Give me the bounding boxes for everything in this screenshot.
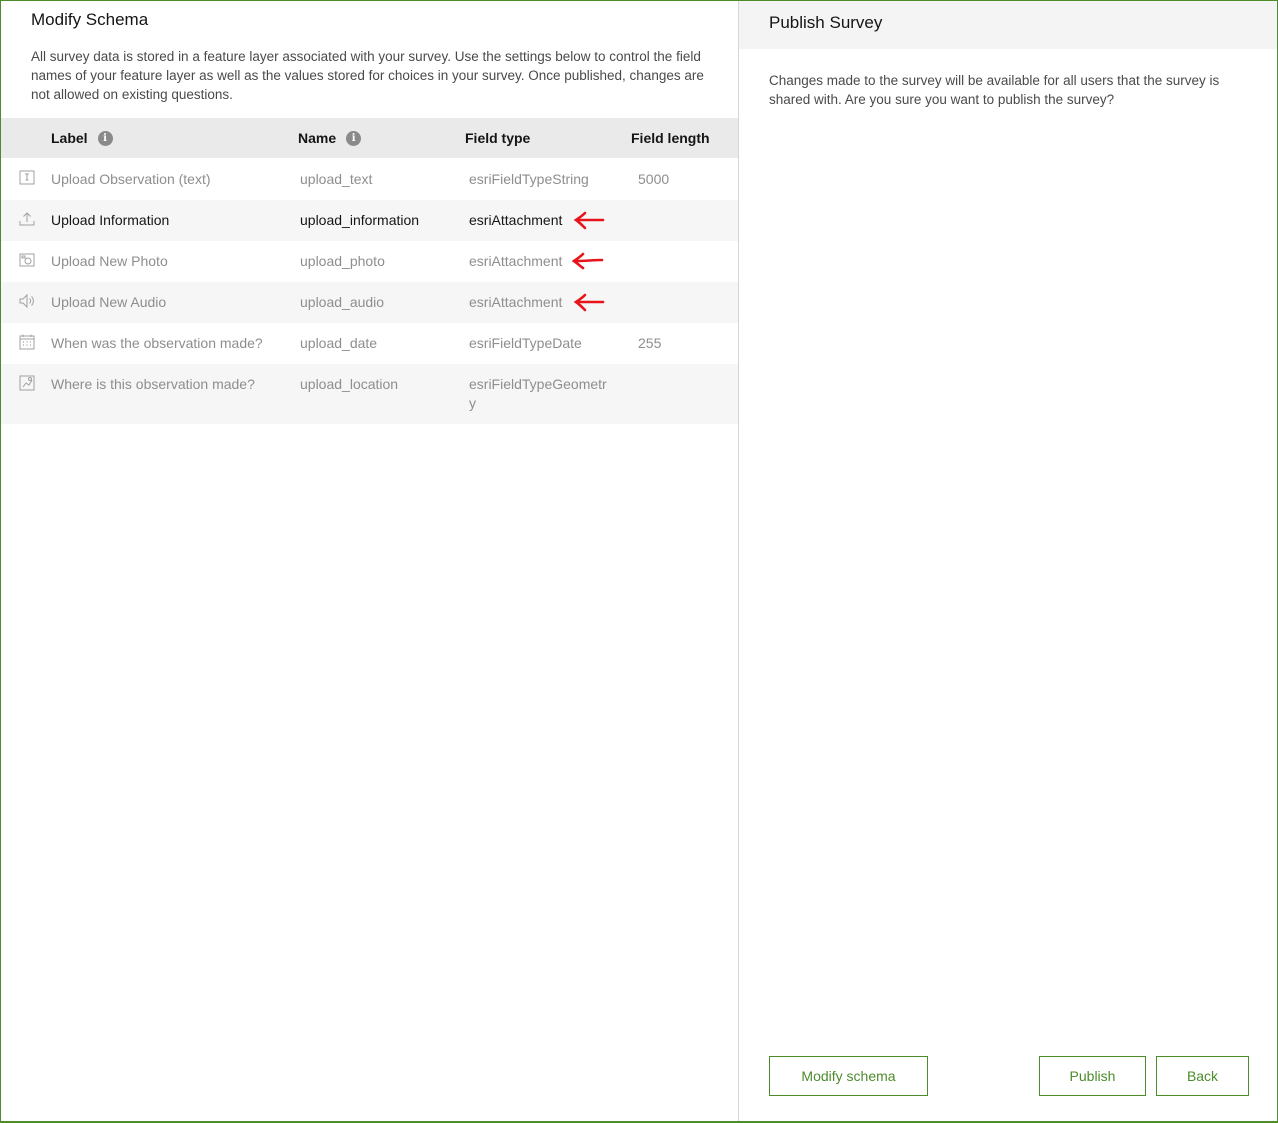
row-name: upload_photo <box>300 253 385 269</box>
table-row[interactable]: Upload Information upload_information es… <box>1 200 738 241</box>
row-name: upload_audio <box>300 294 385 310</box>
row-field-type: esriFieldTypeDate <box>469 335 582 351</box>
table-row[interactable]: Upload New Audio upload_audio esriAttach… <box>1 282 738 323</box>
header-field-type: Field type <box>465 130 531 146</box>
map-pin-icon <box>19 375 35 391</box>
camera-icon <box>19 253 35 267</box>
row-label: When was the observation made? <box>51 335 263 351</box>
publish-survey-header: Publish Survey <box>739 1 1277 49</box>
modify-schema-title: Modify Schema <box>31 10 149 29</box>
row-label: Upload Observation (text) <box>51 171 211 187</box>
row-label: Upload New Audio <box>51 294 167 310</box>
row-field-type: esriAttachment <box>469 212 563 228</box>
header-field-length: Field length <box>631 130 710 146</box>
modify-schema-button[interactable]: Modify schema <box>769 1056 928 1096</box>
table-row[interactable]: Upload Observation (text) upload_text es… <box>1 159 738 200</box>
publish-survey-title: Publish Survey <box>769 13 883 32</box>
row-name: upload_text <box>300 171 373 187</box>
row-label: Upload New Photo <box>51 253 168 269</box>
red-arrow-annotation <box>573 211 605 230</box>
row-field-type: esriAttachment <box>469 253 563 269</box>
modify-schema-description: All survey data is stored in a feature l… <box>31 49 704 102</box>
header-name: Name i <box>298 130 362 146</box>
row-field-type: esriFieldTypeGeometr y <box>469 375 607 413</box>
red-arrow-annotation <box>571 252 604 270</box>
red-arrow-annotation <box>573 293 605 312</box>
row-field-type-line1: esriFieldTypeGeometr <box>469 376 607 392</box>
speaker-icon <box>19 293 34 309</box>
info-icon[interactable]: i <box>346 130 362 146</box>
row-field-type: esriAttachment <box>469 294 563 310</box>
calendar-icon <box>19 334 35 350</box>
upload-icon <box>19 212 35 226</box>
publish-survey-panel: Publish Survey Changes made to the surve… <box>739 1 1277 1121</box>
row-name: upload_date <box>300 335 378 351</box>
table-row[interactable]: When was the observation made? upload_da… <box>1 323 738 364</box>
text-field-icon <box>19 170 35 185</box>
row-field-length: 5000 <box>638 171 670 187</box>
table-row[interactable]: Upload New Photo upload_photo esriAttach… <box>1 241 738 282</box>
publish-button[interactable]: Publish <box>1039 1056 1146 1096</box>
back-button[interactable]: Back <box>1156 1056 1249 1096</box>
header-name-text: Name <box>298 130 337 146</box>
modify-schema-panel: Modify Schema All survey data is stored … <box>1 1 738 1121</box>
row-name: upload_location <box>300 376 399 392</box>
row-label: Where is this observation made? <box>51 376 255 392</box>
schema-table-header: Label i Name i Field type Field length <box>1 118 738 158</box>
row-field-length: 255 <box>638 335 662 351</box>
table-row[interactable]: Where is this observation made? upload_l… <box>1 364 738 424</box>
row-label: Upload Information <box>51 212 170 228</box>
row-field-type-line2: y <box>469 395 476 411</box>
header-label-text: Label <box>51 130 88 146</box>
row-field-type: esriFieldTypeString <box>469 171 589 187</box>
row-name: upload_information <box>300 212 420 228</box>
header-label: Label i <box>51 130 113 146</box>
publish-survey-message: Changes made to the survey will be avail… <box>769 73 1220 107</box>
info-icon[interactable]: i <box>97 130 113 146</box>
